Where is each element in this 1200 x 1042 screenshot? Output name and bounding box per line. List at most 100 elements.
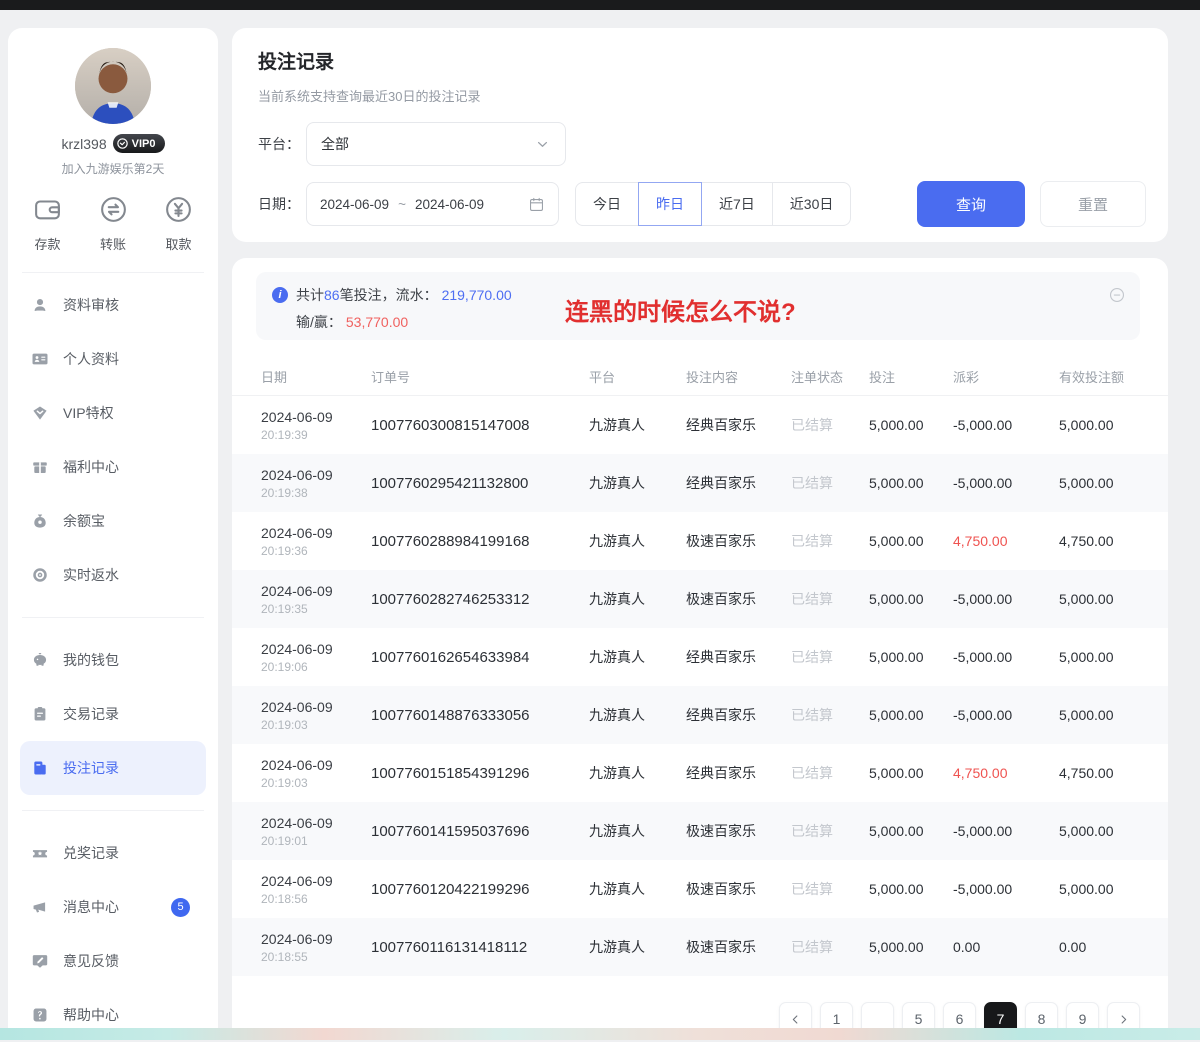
sidebar-item-label: 兑奖记录 [63, 843, 119, 863]
filter-card: 投注记录 当前系统支持查询最近30日的投注记录 平台： 全部 日期： 2024-… [232, 28, 1168, 242]
bet-status: 已结算 [791, 937, 869, 957]
table-row[interactable]: 2024-06-09 20:19:36 1007760288984199168 … [232, 512, 1168, 570]
bet-date: 2024-06-09 [261, 525, 371, 541]
table-row[interactable]: 2024-06-09 20:19:03 1007760148876333056 … [232, 686, 1168, 744]
username: krzl398 [62, 136, 107, 152]
chevron-down-icon [534, 136, 551, 153]
sidebar-item-purse[interactable]: 余额宝 [20, 494, 206, 548]
betting-records-icon [31, 759, 49, 777]
bet-status: 已结算 [791, 647, 869, 667]
bet-time: 20:18:55 [261, 950, 371, 964]
sidebar-item-rebate[interactable]: 实时返水 [20, 548, 206, 602]
column-header: 有效投注额 [1059, 367, 1145, 386]
table-row[interactable]: 2024-06-09 20:19:06 1007760162654633984 … [232, 628, 1168, 686]
balance-treasure-icon [31, 512, 49, 530]
reset-button[interactable]: 重置 [1040, 181, 1146, 227]
date-range-button[interactable]: 今日 [575, 182, 639, 226]
payout-amount: -5,000.00 [953, 475, 1059, 491]
sidebar-item-msg[interactable]: 消息中心 5 [20, 880, 206, 934]
summary-prefix: 共计 [296, 285, 324, 305]
column-header: 注单状态 [791, 367, 869, 386]
sidebar-item-feedback[interactable]: 意见反馈 [20, 934, 206, 988]
summary-middle: 笔投注，流水： [340, 285, 438, 305]
valid-bet-amount: 5,000.00 [1059, 707, 1145, 723]
valid-bet-amount: 4,750.00 [1059, 765, 1145, 781]
bet-amount: 5,000.00 [869, 939, 953, 955]
column-header: 投注内容 [686, 367, 791, 386]
bet-status: 已结算 [791, 415, 869, 435]
message-center-icon [31, 898, 49, 916]
table-row[interactable]: 2024-06-09 20:18:56 1007760120422199296 … [232, 860, 1168, 918]
sidebar-item-label: 资料审核 [63, 295, 119, 315]
table-row[interactable]: 2024-06-09 20:19:38 1007760295421132800 … [232, 454, 1168, 512]
payout-amount: -5,000.00 [953, 417, 1059, 433]
sidebar-item-trade[interactable]: 交易记录 [20, 687, 206, 741]
vip-privilege-icon [31, 404, 49, 422]
info-icon [272, 287, 288, 303]
unread-count-badge: 5 [171, 898, 190, 917]
bet-status: 已结算 [791, 531, 869, 551]
sidebar-item-label: 我的钱包 [63, 650, 119, 670]
bet-content: 经典百家乐 [686, 763, 791, 783]
bet-status: 已结算 [791, 705, 869, 725]
bet-time: 20:19:36 [261, 544, 371, 558]
order-number: 1007760162654633984 [371, 649, 589, 666]
platform-select[interactable]: 全部 [306, 122, 566, 166]
personal-info-icon [31, 350, 49, 368]
sidebar-item-vip[interactable]: VIP特权 [20, 386, 206, 440]
sidebar-nav: 资料审核 个人资料 VIP特权 福利中心 余额宝 实时返水 我的钱包 交易记录 … [8, 278, 218, 1042]
calendar-icon [528, 196, 545, 213]
order-number: 1007760151854391296 [371, 765, 589, 782]
bet-date: 2024-06-09 [261, 931, 371, 947]
table-row[interactable]: 2024-06-09 20:19:03 1007760151854391296 … [232, 744, 1168, 802]
date-end-value: 2024-06-09 [415, 197, 484, 212]
sidebar-item-label: VIP特权 [63, 403, 114, 423]
column-header: 投注 [869, 367, 953, 386]
sidebar-item-wallet[interactable]: 我的钱包 [20, 633, 206, 687]
bet-date: 2024-06-09 [261, 873, 371, 889]
bet-content: 经典百家乐 [686, 647, 791, 667]
platform-name: 九游真人 [589, 473, 686, 493]
quick-action[interactable]: 转账 [98, 194, 129, 253]
bet-time: 20:19:38 [261, 486, 371, 500]
table-row[interactable]: 2024-06-09 20:19:35 1007760282746253312 … [232, 570, 1168, 628]
order-number: 1007760288984199168 [371, 533, 589, 550]
platform-name: 九游真人 [589, 937, 686, 957]
bet-time: 20:19:35 [261, 602, 371, 616]
valid-bet-amount: 5,000.00 [1059, 823, 1145, 839]
date-quick-ranges: 今日昨日近7日近30日 [575, 182, 851, 226]
valid-bet-amount: 4,750.00 [1059, 533, 1145, 549]
date-range-button[interactable]: 近30日 [772, 182, 852, 226]
payout-amount: 4,750.00 [953, 765, 1059, 781]
quick-action[interactable]: 取款 [163, 194, 194, 253]
query-button[interactable]: 查询 [917, 181, 1025, 227]
deposit-icon [32, 194, 63, 225]
sidebar-item-bet[interactable]: 投注记录 [20, 741, 206, 795]
vip-badge[interactable]: VIP0 [113, 134, 165, 153]
table-row[interactable]: 2024-06-09 20:19:39 1007760300815147008 … [232, 396, 1168, 454]
payout-amount: -5,000.00 [953, 649, 1059, 665]
quick-action[interactable]: 存款 [32, 194, 63, 253]
date-range-button[interactable]: 近7日 [701, 182, 773, 226]
winloss-value: 53,770.00 [346, 314, 408, 330]
sidebar-item-gift[interactable]: 福利中心 [20, 440, 206, 494]
order-number: 1007760141595037696 [371, 823, 589, 840]
quick-action-label: 转账 [100, 234, 126, 253]
sidebar-item-user[interactable]: 资料审核 [20, 278, 206, 332]
collapse-summary-icon[interactable] [1108, 286, 1126, 304]
date-range-button[interactable]: 昨日 [638, 182, 702, 226]
date-label: 日期： [258, 194, 306, 214]
bet-date: 2024-06-09 [261, 467, 371, 483]
avatar-image [75, 48, 151, 124]
platform-label: 平台： [258, 134, 306, 154]
payout-amount: -5,000.00 [953, 707, 1059, 723]
bet-amount: 5,000.00 [869, 649, 953, 665]
bet-status: 已结算 [791, 473, 869, 493]
sidebar-item-idcard[interactable]: 个人资料 [20, 332, 206, 386]
table-row[interactable]: 2024-06-09 20:19:01 1007760141595037696 … [232, 802, 1168, 860]
sidebar-divider [22, 617, 204, 618]
date-range-input[interactable]: 2024-06-09 ~ 2024-06-09 [306, 182, 559, 226]
avatar[interactable] [75, 48, 151, 124]
table-row[interactable]: 2024-06-09 20:18:55 1007760116131418112 … [232, 918, 1168, 976]
sidebar-item-prize[interactable]: 兑奖记录 [20, 826, 206, 880]
